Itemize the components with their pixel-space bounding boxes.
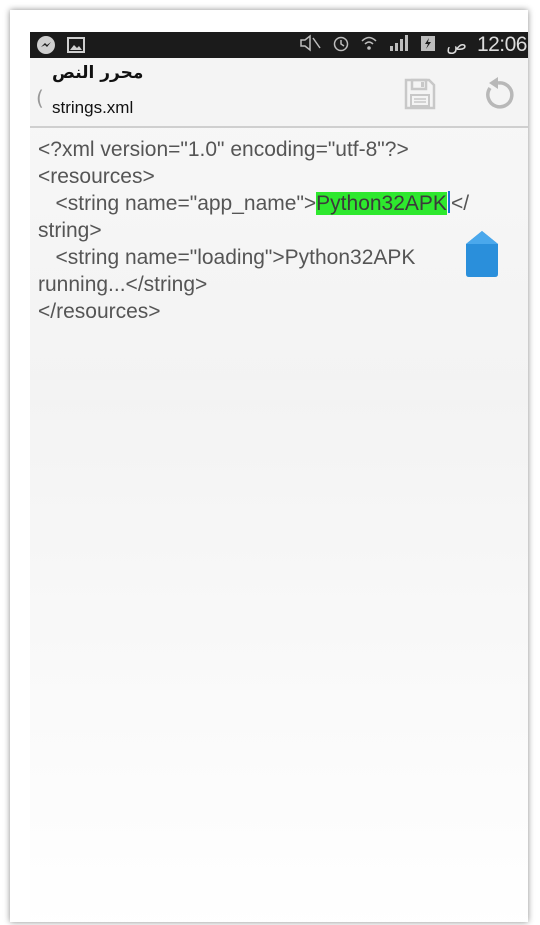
editor-line-7: </resources> (38, 300, 161, 323)
status-ampm: ص (446, 35, 467, 55)
status-bar: ص 12:06 (30, 32, 528, 58)
line-3-suffix: </ (450, 192, 470, 215)
status-time: 12:06 (476, 33, 528, 56)
line-3-prefix: <string name="app_name"> (38, 192, 317, 215)
mute-icon (298, 33, 322, 57)
revert-icon (486, 77, 514, 109)
file-name[interactable]: strings.xml (52, 98, 133, 118)
text-caret (447, 191, 450, 213)
messenger-icon (36, 35, 56, 59)
up-caret-icon[interactable]: ( (36, 86, 44, 110)
editor-line-3: <string name="app_name">Python32APK </ (38, 190, 518, 217)
action-bar: محرر النص ( strings.xml (30, 58, 528, 128)
phone-screen: ص 12:06 محرر النص ( strings.xml <?xml ve… (30, 32, 528, 922)
selected-text[interactable]: Python32APK (316, 192, 447, 215)
text-editor[interactable]: <?xml version="1.0" encoding="utf-8"?> <… (38, 136, 518, 325)
device-frame: ص 12:06 محرر النص ( strings.xml <?xml ve… (10, 10, 528, 922)
battery-icon (420, 34, 436, 57)
save-button[interactable] (398, 72, 442, 116)
editor-line-1: <?xml version="1.0" encoding="utf-8"?> (38, 138, 409, 161)
signal-icon (388, 34, 410, 57)
status-notifications (36, 35, 86, 59)
editor-line-6: running...</string> (38, 273, 208, 296)
gallery-icon (66, 35, 86, 59)
revert-button[interactable] (476, 72, 520, 116)
status-system: ص 12:06 (298, 33, 528, 57)
selection-handle[interactable] (463, 230, 501, 278)
app-title: محرر النص (52, 63, 144, 83)
editor-line-4: string> (38, 219, 102, 242)
editor-line-2: <resources> (38, 165, 155, 188)
editor-line-5: <string name="loading">Python32APK (38, 246, 416, 269)
wifi-icon (360, 34, 378, 57)
alarm-icon (332, 34, 350, 57)
save-icon (404, 78, 436, 110)
selection-handle-icon (466, 231, 498, 277)
